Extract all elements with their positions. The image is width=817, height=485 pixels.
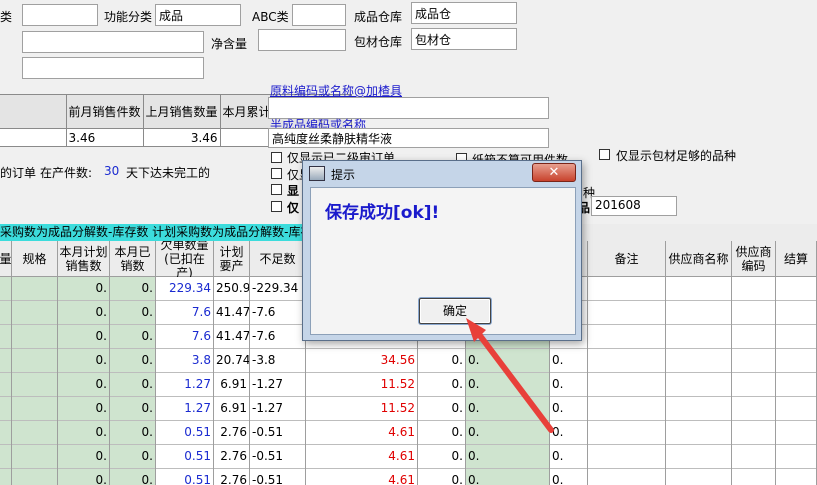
arrow-shaft: [475, 330, 554, 433]
arrow-annotation: [466, 318, 554, 433]
